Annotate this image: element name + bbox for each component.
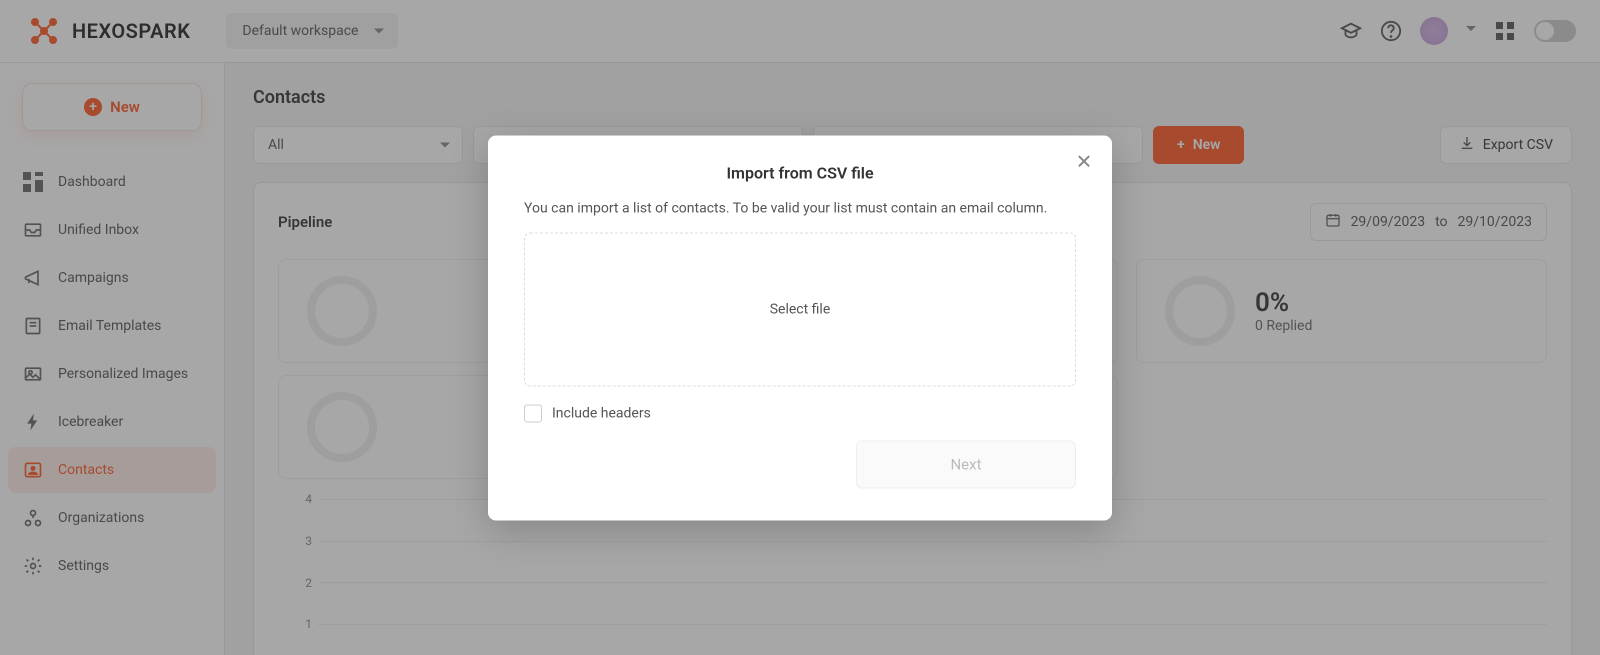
import-csv-modal: ✕ Import from CSV file You can import a … — [488, 135, 1112, 520]
modal-title: Import from CSV file — [524, 163, 1076, 182]
select-file-label: Select file — [770, 301, 831, 317]
include-headers-label: Include headers — [552, 405, 651, 421]
include-headers-row[interactable]: Include headers — [524, 404, 1076, 422]
include-headers-checkbox[interactable] — [524, 404, 542, 422]
file-dropzone[interactable]: Select file — [524, 232, 1076, 386]
next-label: Next — [950, 455, 981, 473]
next-button[interactable]: Next — [856, 440, 1076, 488]
modal-description: You can import a list of contacts. To be… — [524, 200, 1076, 216]
close-icon[interactable]: ✕ — [1072, 149, 1096, 173]
